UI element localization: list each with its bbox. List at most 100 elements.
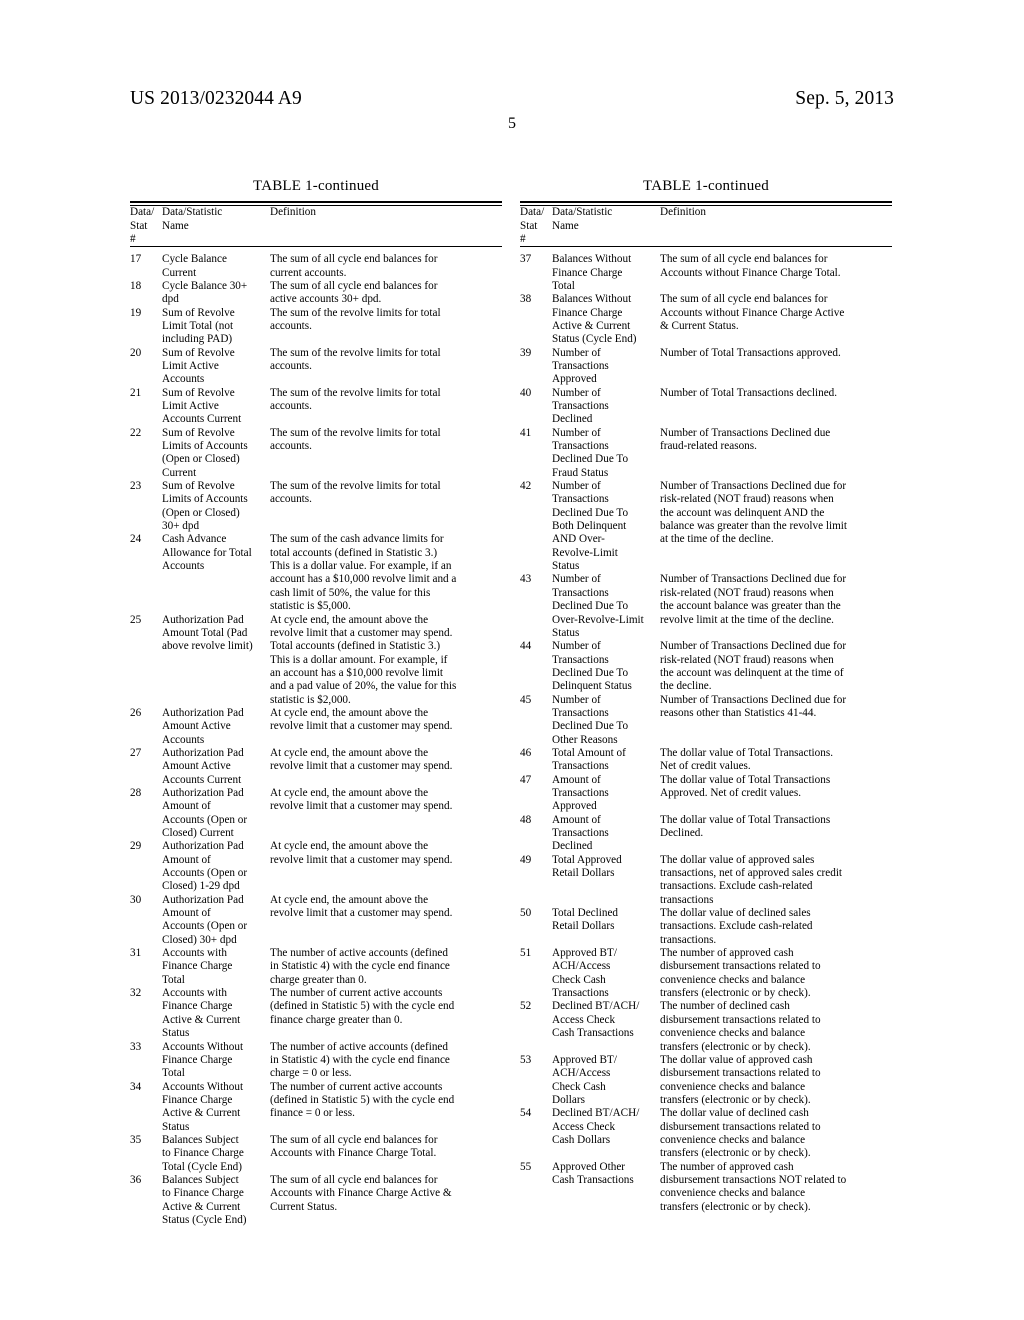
stat-name-cell: Number of Transactions Approved [552,346,609,386]
table-body-left: 17 Cycle Balance Current The sum of all cy… [130,247,502,1227]
stat-name-cell: Declined BT/ACH/ Access Check Cash Trans… [552,1000,640,1040]
table-row: 37 Balances Without Finance Charge Total T… [520,247,892,293]
table-row: 47 Amount of Transactions Approved The dol… [520,774,892,814]
table-row: 27 Authorization Pad Amount Active Accoun… [130,747,502,787]
table-head-right: Data/ Stat # Data/Statistic Name Definit… [520,206,892,246]
stat-name-cell: Total Approved Retail Dollars [552,853,622,880]
table-row: 55 Approved Other Cash Transactions The nu… [520,1161,892,1214]
header-row: Data/ Stat # Data/Statistic Name Definit… [520,206,892,246]
table-row: 50 Total Declined Retail Dollars The dolla… [520,907,892,947]
table-caption-right: TABLE 1-continued [643,178,769,194]
table-row: 21 Sum of Revolve Limit Active Accounts C… [130,387,502,427]
table-row: 39 Number of Transactions Approved Number … [520,347,892,387]
header-row: Data/ Stat # Data/Statistic Name Definit… [130,206,502,246]
stat-number-cell: 23 [130,480,142,493]
definition-cell: The sum of the cash advance limits for t… [270,533,457,613]
definition-cell: The sum of all cycle end balances for Ac… [660,253,841,279]
table-row: 24 Cash Advance Allowance for Total Accou… [130,533,502,613]
stat-number-cell: 28 [130,786,142,799]
publication-date: Sep. 5, 2013 [795,88,894,109]
table-row: 44 Number of Transactions Declined Due To… [520,640,892,693]
definition-cell: At cycle end, the amount above the revol… [270,786,453,813]
stat-name-cell: Authorization Pad Amount Active Accounts [162,706,244,746]
definition-cell: At cycle end, the amount above the revol… [270,893,453,920]
definition-cell: Number of Transactions Declined due for … [660,573,847,626]
table-row: 52 Declined BT/ACH/ Access Check Cash Tra… [520,1000,892,1053]
table-row: 23 Sum of Revolve Limits of Accounts (Ope… [130,480,502,533]
stat-number-cell: 39 [520,346,532,359]
table-row: 49 Total Approved Retail Dollars The dolla… [520,854,892,907]
stat-number-cell: 20 [130,346,142,359]
definition-cell: The sum of all cycle end balances for Ac… [270,1173,452,1213]
column-header-definition: Definition [270,206,316,219]
definition-cell: At cycle end, the amount above the revol… [270,613,457,706]
table-row: 46 Total Amount of Transactions The dollar… [520,747,892,774]
stat-name-cell: Sum of Revolve Limits of Accounts (Open … [162,480,248,533]
column-header-stat-name: Data/Statistic Name [552,206,613,232]
stat-number-cell: 53 [520,1053,532,1066]
definition-cell: At cycle end, the amount above the revol… [270,706,453,733]
table-row: 45 Number of Transactions Declined Due To… [520,694,892,747]
column-header-stat-number: Data/ Stat # [130,206,155,245]
stat-number-cell: 38 [520,293,532,306]
stat-name-cell: Total Declined Retail Dollars [552,907,619,933]
stat-number-cell: 27 [130,746,142,759]
table-row: 32 Accounts with Finance Charge Active & … [130,987,502,1040]
left-column: TABLE 1-continued Data/ Stat # Data/Stat… [130,178,502,1227]
stat-name-cell: Number of Transactions Declined [552,386,609,426]
stat-number-cell: 26 [130,706,142,719]
definition-cell: Number of Transactions Declined due for … [660,693,847,719]
stat-name-cell: Cash Advance Allowance for Total Account… [162,533,252,573]
definition-cell: The number of current active accounts (d… [270,987,455,1026]
stat-name-cell: Balances Subject to Finance Charge Total… [162,1133,244,1173]
table-row: 53 Approved BT/ ACH/Access Check Cash Dol… [520,1054,892,1107]
stat-name-cell: Sum of Revolve Limit Active Accounts [162,346,235,386]
definition-cell: The dollar value of declined sales trans… [660,907,813,946]
statistics-rows-right: 37 Balances Without Finance Charge Total T… [520,247,892,1214]
table-row: 31 Accounts with Finance Charge Total The … [130,947,502,987]
two-column-body: TABLE 1-continued Data/ Stat # Data/Stat… [0,178,1024,1227]
table-row: 48 Amount of Transactions Declined The dol… [520,814,892,854]
stat-name-cell: Balances Without Finance Charge Total [552,253,632,292]
definition-cell: The number of approved cash disbursement… [660,947,821,1000]
definition-cell: The sum of the revolve limits for total … [270,480,441,506]
stat-number-cell: 34 [130,1080,142,1093]
stat-number-cell: 21 [130,386,142,399]
table-row: 34 Accounts Without Finance Charge Active… [130,1081,502,1134]
table-row: 36 Balances Subject to Finance Charge Act… [130,1174,502,1227]
table-row: 33 Accounts Without Finance Charge Total T… [130,1041,502,1081]
stat-name-cell: Cycle Balance Current [162,253,227,279]
table-row: 19 Sum of Revolve Limit Total (not includ… [130,307,502,347]
stat-number-cell: 45 [520,693,532,706]
definition-cell: The sum of all cycle end balances for Ac… [660,293,845,332]
table-row: 28 Authorization Pad Amount of Accounts (… [130,787,502,840]
definition-cell: Number of Total Transactions declined. [660,386,838,399]
definition-cell: Number of Transactions Declined due frau… [660,426,831,453]
stat-number-cell: 40 [520,386,532,399]
stat-number-cell: 44 [520,640,532,653]
stat-number-cell: 31 [130,947,142,960]
stat-name-cell: Cycle Balance 30+ dpd [162,279,248,306]
table-row: 20 Sum of Revolve Limit Active Accounts Th… [130,347,502,387]
stat-name-cell: Amount of Transactions Approved [552,773,609,813]
running-header: US 2013/0232044 A9 Sep. 5, 2013 [130,88,894,110]
stat-number-cell: 33 [130,1040,142,1053]
table-row: 42 Number of Transactions Declined Due To… [520,480,892,573]
stat-number-cell: 48 [520,813,532,826]
table-row: 18 Cycle Balance 30+ dpd The sum of all cy… [130,280,502,307]
stat-name-cell: Authorization Pad Amount of Accounts (Op… [162,893,248,946]
patent-page: US 2013/0232044 A9 Sep. 5, 2013 5 TABLE … [0,0,1024,1320]
stat-name-cell: Balances Without Finance Charge Active &… [552,293,637,346]
table-caption-left: TABLE 1-continued [253,178,379,194]
stat-number-cell: 17 [130,253,142,266]
stat-name-cell: Sum of Revolve Limits of Accounts (Open … [162,426,248,479]
stat-name-cell: Amount of Transactions Declined [552,813,609,853]
definition-cell: The dollar value of Total Transactions D… [660,813,831,839]
stat-name-cell: Authorization Pad Amount of Accounts (Op… [162,840,248,893]
stat-number-cell: 19 [130,306,142,319]
definition-cell: At cycle end, the amount above the revol… [270,840,453,866]
stat-number-cell: 37 [520,253,532,266]
stat-name-cell: Approved Other Cash Transactions [552,1160,634,1186]
page-number: 5 [508,115,516,132]
stat-number-cell: 54 [520,1107,532,1120]
